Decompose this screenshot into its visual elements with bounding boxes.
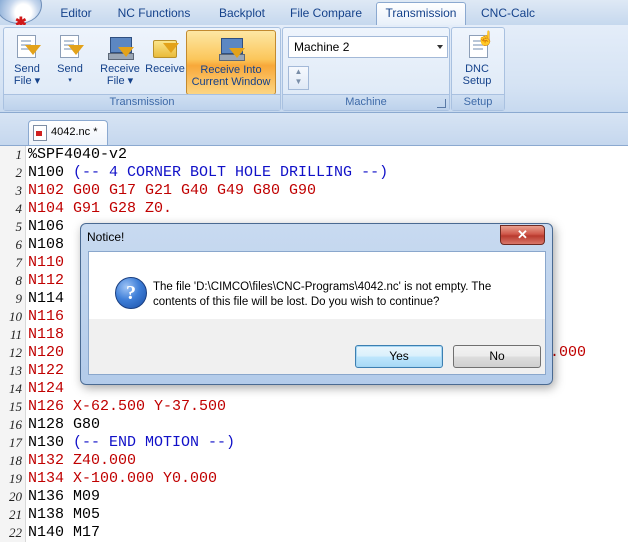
code-text: N118: [28, 326, 65, 343]
document-tab-strip: 4042.nc *: [0, 113, 628, 146]
code-text: N134 X-100.000 Y0.000: [28, 470, 218, 487]
tab-file-compare[interactable]: File Compare: [283, 3, 369, 24]
code-text-tail: .000: [550, 344, 587, 361]
dialog-body: ? The file 'D:\CIMCO\files\CNC-Programs\…: [88, 251, 546, 320]
line-number: 19: [9, 471, 22, 486]
question-icon: ?: [115, 277, 147, 309]
line-number: 4: [15, 201, 23, 216]
receive-button[interactable]: Receive: [143, 30, 187, 93]
notice-dialog: Notice! ✕ ? The file 'D:\CIMCO\files\CNC…: [80, 223, 553, 385]
receive-file-button[interactable]: Receive File ▾: [97, 30, 143, 93]
tab-cnc-calc[interactable]: CNC-Calc: [472, 3, 544, 24]
line-number: 3: [15, 183, 23, 198]
no-button[interactable]: No: [453, 345, 541, 368]
line-number: 5: [15, 219, 23, 234]
code-text: N120: [28, 344, 65, 361]
code-text: N140 M17: [28, 524, 101, 541]
line-number: 6: [15, 237, 23, 252]
machine-group-label: Machine: [283, 94, 449, 110]
line-number: 2: [15, 165, 23, 180]
hand-icon: ☝: [477, 30, 495, 46]
code-line: 22 N140 M17: [0, 524, 628, 542]
transmission-group: Send File ▾ Send ▾ Receive File ▾ Receiv…: [3, 27, 281, 111]
dialog-launcher-icon[interactable]: [437, 99, 446, 108]
line-number: 16: [9, 417, 22, 432]
send-file-button[interactable]: Send File ▾: [6, 30, 48, 93]
line-number: 12: [9, 345, 22, 360]
code-text: %SPF4040-v2: [28, 146, 128, 163]
code-line: 16 N128 G80: [0, 416, 628, 434]
code-text: N102 G00 G17 G21 G40 G49 G80 G90: [28, 182, 317, 199]
send-button[interactable]: Send ▾: [50, 30, 90, 93]
code-line: 4 N104 G91 G28 Z0.: [0, 200, 628, 218]
code-text: N122: [28, 362, 65, 379]
code-line: 17 N130 (-- END MOTION --): [0, 434, 628, 452]
transmission-group-label: Transmission: [4, 94, 280, 110]
code-line: 3 N102 G00 G17 G21 G40 G49 G80 G90: [0, 182, 628, 200]
tab-nc-functions[interactable]: NC Functions: [108, 3, 200, 24]
code-line: 20 N136 M09: [0, 488, 628, 506]
code-text: N124: [28, 380, 65, 397]
code-text: N116: [28, 308, 65, 325]
tab-backplot[interactable]: Backplot: [206, 3, 278, 24]
line-number: 13: [9, 363, 22, 378]
line-number: 17: [9, 435, 22, 450]
nc-file-icon: [33, 125, 47, 141]
line-number: 15: [9, 399, 22, 414]
code-text: N136 M09: [28, 488, 101, 505]
line-number: 18: [9, 453, 22, 468]
dialog-button-bar: Yes No: [88, 319, 546, 375]
tab-transmission[interactable]: Transmission: [376, 2, 466, 25]
code-text: N128 G80: [28, 416, 101, 433]
machine-spinner[interactable]: ▲ ▼: [288, 66, 309, 90]
code-text: N114: [28, 290, 65, 307]
ribbon: Send File ▾ Send ▾ Receive File ▾ Receiv…: [0, 25, 628, 113]
code-text: N100 (-- 4 CORNER BOLT HOLE DRILLING --): [28, 164, 389, 181]
document-tab[interactable]: 4042.nc *: [28, 120, 108, 145]
close-button[interactable]: ✕: [500, 225, 545, 245]
code-line: 1 %SPF4040-v2: [0, 146, 628, 164]
code-line: 2 N100 (-- 4 CORNER BOLT HOLE DRILLING --…: [0, 164, 628, 182]
line-number: 1: [15, 147, 23, 162]
code-line: 21 N138 M05: [0, 506, 628, 524]
line-number: 11: [9, 327, 22, 342]
code-line: 19 N134 X-100.000 Y0.000: [0, 470, 628, 488]
ribbon-tab-bar: ✱ Editor NC Functions Backplot File Comp…: [0, 0, 628, 30]
dialog-message: The file 'D:\CIMCO\files\CNC-Programs\40…: [153, 281, 492, 308]
line-number: 14: [9, 381, 22, 396]
code-text: N130 (-- END MOTION --): [28, 434, 236, 451]
code-text: N104 G91 G28 Z0.: [28, 200, 173, 217]
code-line: 15 N126 X-62.500 Y-37.500: [0, 398, 628, 416]
yes-button[interactable]: Yes: [355, 345, 443, 368]
dialog-title: Notice!: [87, 230, 125, 244]
line-number: 21: [9, 507, 22, 522]
machine-select[interactable]: Machine 2: [288, 36, 448, 58]
code-text: N126 X-62.500 Y-37.500: [28, 398, 227, 415]
line-number: 22: [9, 525, 22, 540]
code-text: N108: [28, 236, 65, 253]
code-text: N112: [28, 272, 65, 289]
line-number: 7: [15, 255, 23, 270]
code-text: N132 Z40.000: [28, 452, 137, 469]
code-line: 18 N132 Z40.000: [0, 452, 628, 470]
machine-group: Machine 2 ▲ ▼ Machine: [282, 27, 450, 111]
dnc-setup-button[interactable]: ☝ DNC Setup: [455, 30, 499, 93]
line-number: 10: [9, 309, 22, 324]
code-text: N106: [28, 218, 65, 235]
tab-editor[interactable]: Editor: [48, 3, 104, 24]
code-text: N110: [28, 254, 65, 271]
line-number: 9: [15, 291, 23, 306]
receive-into-current-window-button[interactable]: Receive Into Current Window: [186, 30, 276, 95]
setup-group: ☝ DNC Setup Setup: [451, 27, 505, 111]
line-number: 20: [9, 489, 22, 504]
setup-group-label: Setup: [452, 94, 504, 110]
line-number: 8: [15, 273, 23, 288]
code-text: N138 M05: [28, 506, 101, 523]
chevron-down-icon: [437, 45, 443, 49]
